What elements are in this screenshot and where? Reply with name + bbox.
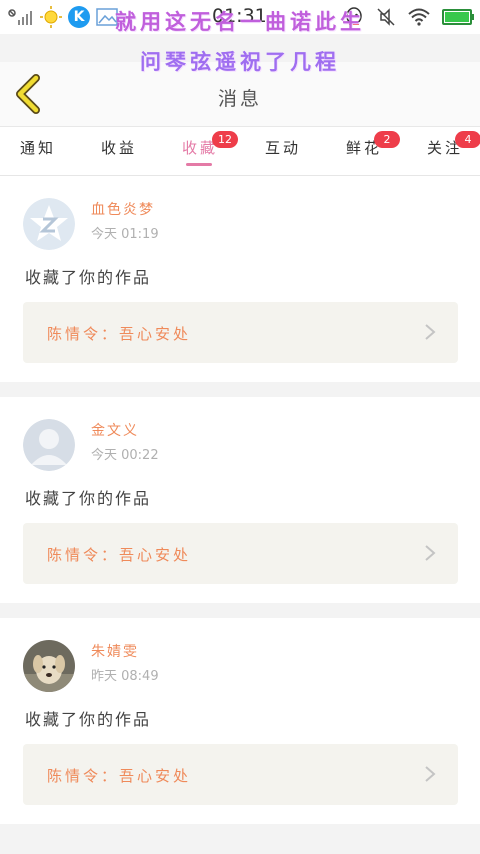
work-title: 陈情令：吾心安处 [47, 767, 192, 785]
message-action: 收藏了你的作品 [25, 489, 152, 508]
tab-favorites[interactable]: 收藏 12 [182, 131, 238, 158]
work-title: 陈情令：吾心安处 [47, 546, 192, 564]
tab-bar: 通知 收益 收藏 12 互动 鲜花 2 关注 4 [0, 127, 480, 176]
message-action: 收藏了你的作品 [25, 268, 152, 287]
dog-photo-avatar-icon [23, 640, 75, 692]
work-link[interactable]: 陈情令：吾心安处 [23, 302, 458, 363]
default-person-avatar-icon [23, 419, 75, 471]
message-card: 血色炎梦 今天 01:19 收藏了你的作品 陈情令：吾心安处 [0, 176, 480, 382]
tab-label: 通知 [20, 139, 57, 157]
chevron-right-icon [425, 766, 436, 782]
status-time: 01:31 [212, 5, 267, 27]
follows-badge: 4 [455, 131, 480, 148]
kugou-app-icon: K [68, 6, 90, 28]
flowers-badge: 2 [374, 131, 400, 148]
page-header: 消息 [0, 62, 480, 127]
status-icons-left: K [8, 6, 118, 28]
message-time: 昨天 08:49 [91, 669, 159, 684]
favorites-badge: 12 [212, 131, 238, 148]
tab-notifications[interactable]: 通知 [20, 137, 56, 158]
chevron-right-icon [425, 545, 436, 561]
mute-icon [377, 8, 395, 26]
sender-name[interactable]: 金文义 [91, 420, 139, 440]
battery-icon [442, 9, 474, 25]
image-icon [96, 8, 118, 26]
tab-follows[interactable]: 关注 4 [427, 131, 480, 158]
message-time: 今天 00:22 [91, 448, 159, 463]
tab-interactions[interactable]: 互动 [265, 137, 301, 158]
wifi-icon [408, 8, 430, 26]
avatar[interactable] [23, 419, 75, 471]
tab-flowers[interactable]: 鲜花 2 [346, 131, 400, 158]
tab-earnings[interactable]: 收益 [101, 137, 137, 158]
message-card: 朱婧雯 昨天 08:49 收藏了你的作品 陈情令：吾心安处 [0, 618, 480, 824]
sun-icon [40, 6, 62, 28]
avatar[interactable] [23, 640, 75, 692]
tab-label: 互动 [265, 139, 302, 157]
tab-label: 收益 [101, 139, 138, 157]
chevron-right-icon [425, 324, 436, 340]
status-bar: K 01:31 [0, 0, 480, 34]
work-link[interactable]: 陈情令：吾心安处 [23, 744, 458, 805]
qq-default-avatar-icon [23, 198, 75, 250]
message-time: 今天 01:19 [91, 227, 159, 242]
avatar[interactable] [23, 198, 75, 250]
signal-off-icon [8, 9, 32, 25]
message-card: 金文义 今天 00:22 收藏了你的作品 陈情令：吾心安处 [0, 397, 480, 603]
qq-icon [346, 7, 362, 25]
work-link[interactable]: 陈情令：吾心安处 [23, 523, 458, 584]
sender-name[interactable]: 血色炎梦 [91, 199, 155, 219]
sender-name[interactable]: 朱婧雯 [91, 641, 139, 661]
page-title: 消息 [217, 88, 262, 110]
status-icons-right [344, 6, 474, 28]
message-action: 收藏了你的作品 [25, 710, 152, 729]
work-title: 陈情令：吾心安处 [47, 325, 192, 343]
active-tab-indicator [186, 163, 212, 166]
